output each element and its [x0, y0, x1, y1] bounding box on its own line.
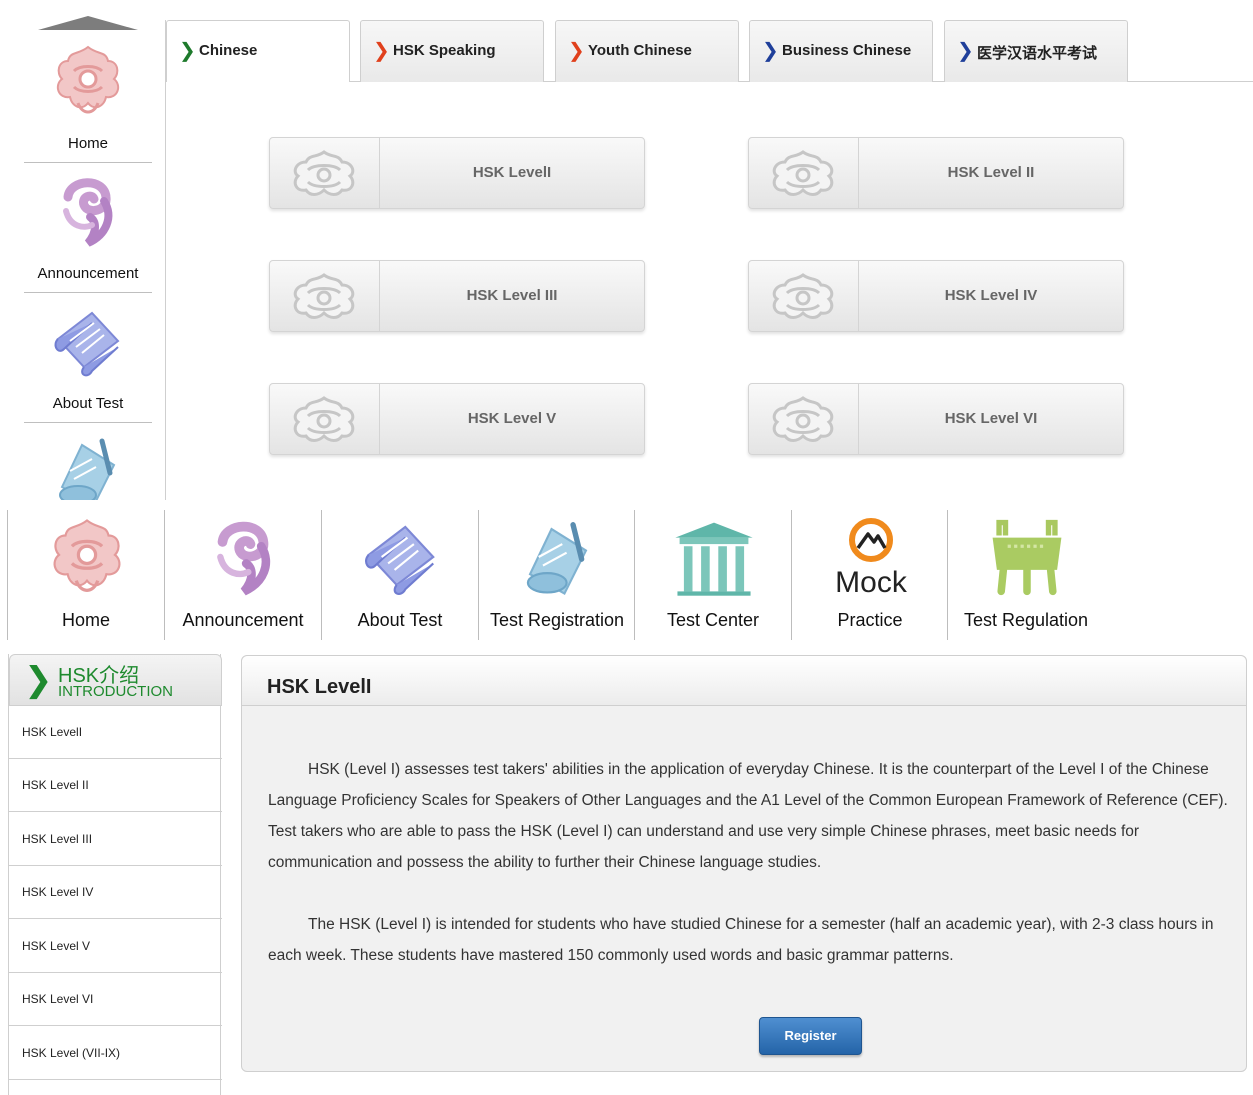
cloud-knot-icon — [749, 138, 859, 208]
level-button-6[interactable]: HSK Level VI — [748, 383, 1124, 455]
vertical-sidebar: Home Announcement About Test — [24, 0, 152, 500]
tab-label: 医学汉语水平考试 — [977, 45, 1098, 62]
scroll-icon — [48, 301, 128, 381]
nav-item-practice[interactable]: Mock Practice — [791, 510, 948, 640]
sidebar-item-home[interactable]: Home — [24, 33, 152, 163]
tab-medical-chinese[interactable]: ❯ 医学汉语水平考试 — [944, 20, 1128, 82]
nav-item-label: Test Center — [666, 610, 760, 630]
scroll-up-arrow-icon[interactable] — [38, 16, 138, 30]
intro-item-level-5[interactable]: HSK Level V — [9, 920, 222, 973]
nav-item-label: Test Registration — [489, 610, 625, 630]
cloud-knot-icon — [270, 384, 380, 454]
nav-item-test-center[interactable]: Test Center — [634, 510, 791, 640]
scroll-icon — [358, 514, 444, 600]
gate-icon — [671, 514, 757, 600]
intro-item-level-1[interactable]: HSK LevelI — [9, 706, 222, 759]
cloud-knot-icon — [48, 41, 128, 121]
intro-item-label: HSK Level II — [22, 778, 89, 792]
intro-header: ❯ HSK介绍 INTRODUCTION — [9, 654, 222, 706]
intro-item-label: HSK Level V — [22, 939, 91, 953]
cloud-knot-icon — [270, 138, 380, 208]
sidebar-item-test-registration[interactable] — [24, 423, 152, 500]
chevron-right-icon: ❯ — [24, 661, 53, 699]
intro-item-level-2[interactable]: HSK Level II — [9, 759, 222, 812]
intro-item-label: HSK LevelI — [22, 725, 83, 739]
tab-youth-chinese[interactable]: ❯ Youth Chinese — [555, 20, 739, 82]
chevron-right-icon: ❯ — [957, 40, 974, 62]
swirl-icon — [48, 171, 128, 251]
sidebar-item-label: About Test — [52, 395, 124, 412]
intro-item-level-4[interactable]: HSK Level IV — [9, 866, 222, 919]
tab-label: Business Chinese — [782, 42, 912, 59]
top-section: Home Announcement About Test ❯ Chinese ❯… — [0, 0, 1253, 500]
content-title: HSK LevelI — [267, 676, 372, 698]
nav-item-label: Announcement — [182, 610, 304, 630]
chevron-right-icon: ❯ — [179, 40, 196, 62]
tab-business-chinese[interactable]: ❯ Business Chinese — [749, 20, 933, 82]
content-body: HSK (Level I) assesses test takers' abil… — [268, 754, 1228, 971]
mock-icon: Mock — [828, 514, 914, 600]
exam-tabs: ❯ Chinese ❯ HSK Speaking ❯ Youth Chinese… — [166, 20, 1253, 82]
registration-icon — [48, 431, 128, 500]
level-button-label: HSK Level III — [466, 287, 558, 304]
intro-item-label: HSK Level IV — [22, 885, 94, 899]
nav-item-test-registration[interactable]: Test Registration — [478, 510, 635, 640]
level-button-label: HSK Level II — [947, 164, 1035, 181]
tab-label: Chinese — [199, 42, 258, 59]
level-button-label: HSK Level VI — [944, 410, 1038, 427]
content-paragraph: The HSK (Level I) is intended for studen… — [268, 916, 1214, 964]
tab-hsk-speaking[interactable]: ❯ HSK Speaking — [360, 20, 544, 82]
nav-item-about-test[interactable]: About Test — [321, 510, 478, 640]
sidebar-item-announcement[interactable]: Announcement — [24, 163, 152, 293]
intro-title-en: INTRODUCTION — [58, 683, 173, 700]
register-button[interactable]: Register — [759, 1017, 862, 1055]
nav-item-label: Home — [61, 610, 110, 630]
content-panel: HSK LevelI HSK (Level I) assesses test t… — [241, 655, 1247, 1072]
nav-item-label: Test Regulation — [963, 610, 1089, 630]
level-button-2[interactable]: HSK Level II — [748, 137, 1124, 209]
chevron-right-icon: ❯ — [762, 40, 779, 62]
cloud-knot-icon — [44, 514, 130, 600]
divider — [165, 20, 166, 500]
ding-vessel-icon — [984, 514, 1070, 600]
chevron-right-icon: ❯ — [373, 40, 390, 62]
intro-item-label: HSK Level VI — [22, 992, 94, 1006]
nav-item-label: About Test — [357, 610, 443, 630]
intro-item-level-6[interactable]: HSK Level VI — [9, 973, 222, 1026]
cloud-knot-icon — [270, 261, 380, 331]
level-button-3[interactable]: HSK Level III — [269, 260, 645, 332]
intro-item-level-3[interactable]: HSK Level III — [9, 813, 222, 866]
content-header: HSK LevelI — [242, 656, 1246, 706]
tab-chinese[interactable]: ❯ Chinese — [166, 20, 350, 82]
nav-item-home[interactable]: Home — [7, 510, 164, 640]
level-button-1[interactable]: HSK LevelI — [269, 137, 645, 209]
registration-icon — [515, 514, 601, 600]
chevron-right-icon: ❯ — [568, 40, 585, 62]
nav-item-announcement[interactable]: Announcement — [164, 510, 321, 640]
intro-item-level-7-9[interactable]: HSK Level (VII-IX) — [9, 1027, 222, 1080]
tab-label: Youth Chinese — [588, 42, 692, 59]
level-button-5[interactable]: HSK Level V — [269, 383, 645, 455]
intro-item-label: HSK Level (VII-IX) — [22, 1046, 121, 1060]
nav-item-test-regulation[interactable]: Test Regulation — [947, 510, 1104, 640]
level-button-4[interactable]: HSK Level IV — [748, 260, 1124, 332]
main-nav: Home Announcement About Test Test Regist… — [0, 510, 1253, 640]
sidebar-item-label: Home — [67, 135, 108, 152]
level-button-label: HSK LevelI — [472, 164, 552, 181]
cloud-knot-icon — [749, 261, 859, 331]
level-button-label: HSK Level IV — [944, 287, 1038, 304]
level-button-label: HSK Level V — [467, 410, 557, 427]
intro-item-label: HSK Level III — [22, 832, 93, 846]
mock-logo-text: Mock — [835, 566, 908, 599]
swirl-icon — [201, 514, 287, 600]
cloud-knot-icon — [749, 384, 859, 454]
tab-label: HSK Speaking — [393, 42, 496, 59]
sidebar-item-label: Announcement — [37, 265, 139, 282]
nav-item-label: Practice — [837, 610, 903, 630]
sidebar-item-about-test[interactable]: About Test — [24, 293, 152, 423]
intro-sidebar: ❯ HSK介绍 INTRODUCTION HSK LevelI HSK Leve… — [8, 654, 222, 1095]
content-paragraph: HSK (Level I) assesses test takers' abil… — [268, 761, 1228, 871]
